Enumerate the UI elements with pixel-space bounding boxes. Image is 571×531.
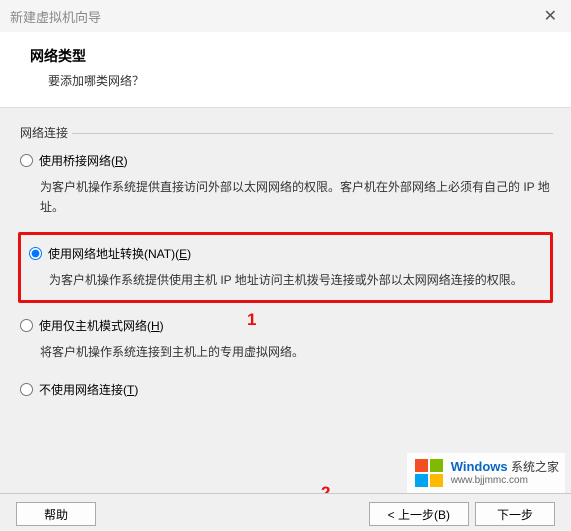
watermark-brand: Windows <box>451 459 508 474</box>
radio-nat-label: 使用网络地址转换(NAT)(E) <box>48 245 191 262</box>
radio-bridged[interactable]: 使用桥接网络(R) <box>18 148 553 173</box>
radio-hostonly-input[interactable] <box>20 319 33 332</box>
radio-hostonly-label: 使用仅主机模式网络(H) <box>39 317 164 334</box>
page-subtitle: 要添加哪类网络？ <box>48 72 551 89</box>
radio-hostonly-desc: 将客户机操作系统连接到主机上的专用虚拟网络。 <box>40 342 553 362</box>
close-icon[interactable]: ✕ <box>540 6 561 26</box>
radio-bridged-desc: 为客户机操作系统提供直接访问外部以太网网络的权限。客户机在外部网络上必须有自己的… <box>40 177 553 218</box>
wizard-header: 网络类型 要添加哪类网络？ <box>0 32 571 108</box>
button-bar: 帮助 < 上一步(B) 下一步 <box>0 493 571 531</box>
radio-none[interactable]: 不使用网络连接(T) <box>18 377 553 402</box>
radio-bridged-label: 使用桥接网络(R) <box>39 152 128 169</box>
next-button[interactable]: 下一步 <box>475 502 555 526</box>
watermark-text: Windows 系统之家 www.bjjmmc.com <box>451 459 559 487</box>
radio-bridged-input[interactable] <box>20 154 33 167</box>
back-button[interactable]: < 上一步(B) <box>369 502 469 526</box>
titlebar: 新建虚拟机向导 ✕ <box>0 0 571 32</box>
watermark: Windows 系统之家 www.bjjmmc.com <box>407 453 565 493</box>
radio-hostonly[interactable]: 使用仅主机模式网络(H) <box>18 313 553 338</box>
radio-none-input[interactable] <box>20 383 33 396</box>
page-title: 网络类型 <box>30 46 551 66</box>
network-fieldset: 使用桥接网络(R) 为客户机操作系统提供直接访问外部以太网网络的权限。客户机在外… <box>18 133 553 402</box>
watermark-url: www.bjjmmc.com <box>451 475 559 487</box>
radio-none-label: 不使用网络连接(T) <box>39 381 138 398</box>
highlight-box-nat: 使用网络地址转换(NAT)(E) 为客户机操作系统提供使用主机 IP 地址访问主… <box>18 232 553 303</box>
window-title: 新建虚拟机向导 <box>10 7 101 26</box>
windows-logo-icon <box>413 457 445 489</box>
watermark-suffix: 系统之家 <box>511 460 559 474</box>
fieldset-label: 网络连接 <box>16 126 72 140</box>
radio-nat-input[interactable] <box>29 247 42 260</box>
radio-nat[interactable]: 使用网络地址转换(NAT)(E) <box>27 241 544 266</box>
radio-nat-desc: 为客户机操作系统提供使用主机 IP 地址访问主机拨号连接或外部以太网网络连接的权… <box>49 270 544 290</box>
nav-button-group: < 上一步(B) 下一步 <box>369 502 555 531</box>
help-button[interactable]: 帮助 <box>16 502 96 526</box>
content-area: 网络连接 使用桥接网络(R) 为客户机操作系统提供直接访问外部以太网网络的权限。… <box>0 108 571 402</box>
